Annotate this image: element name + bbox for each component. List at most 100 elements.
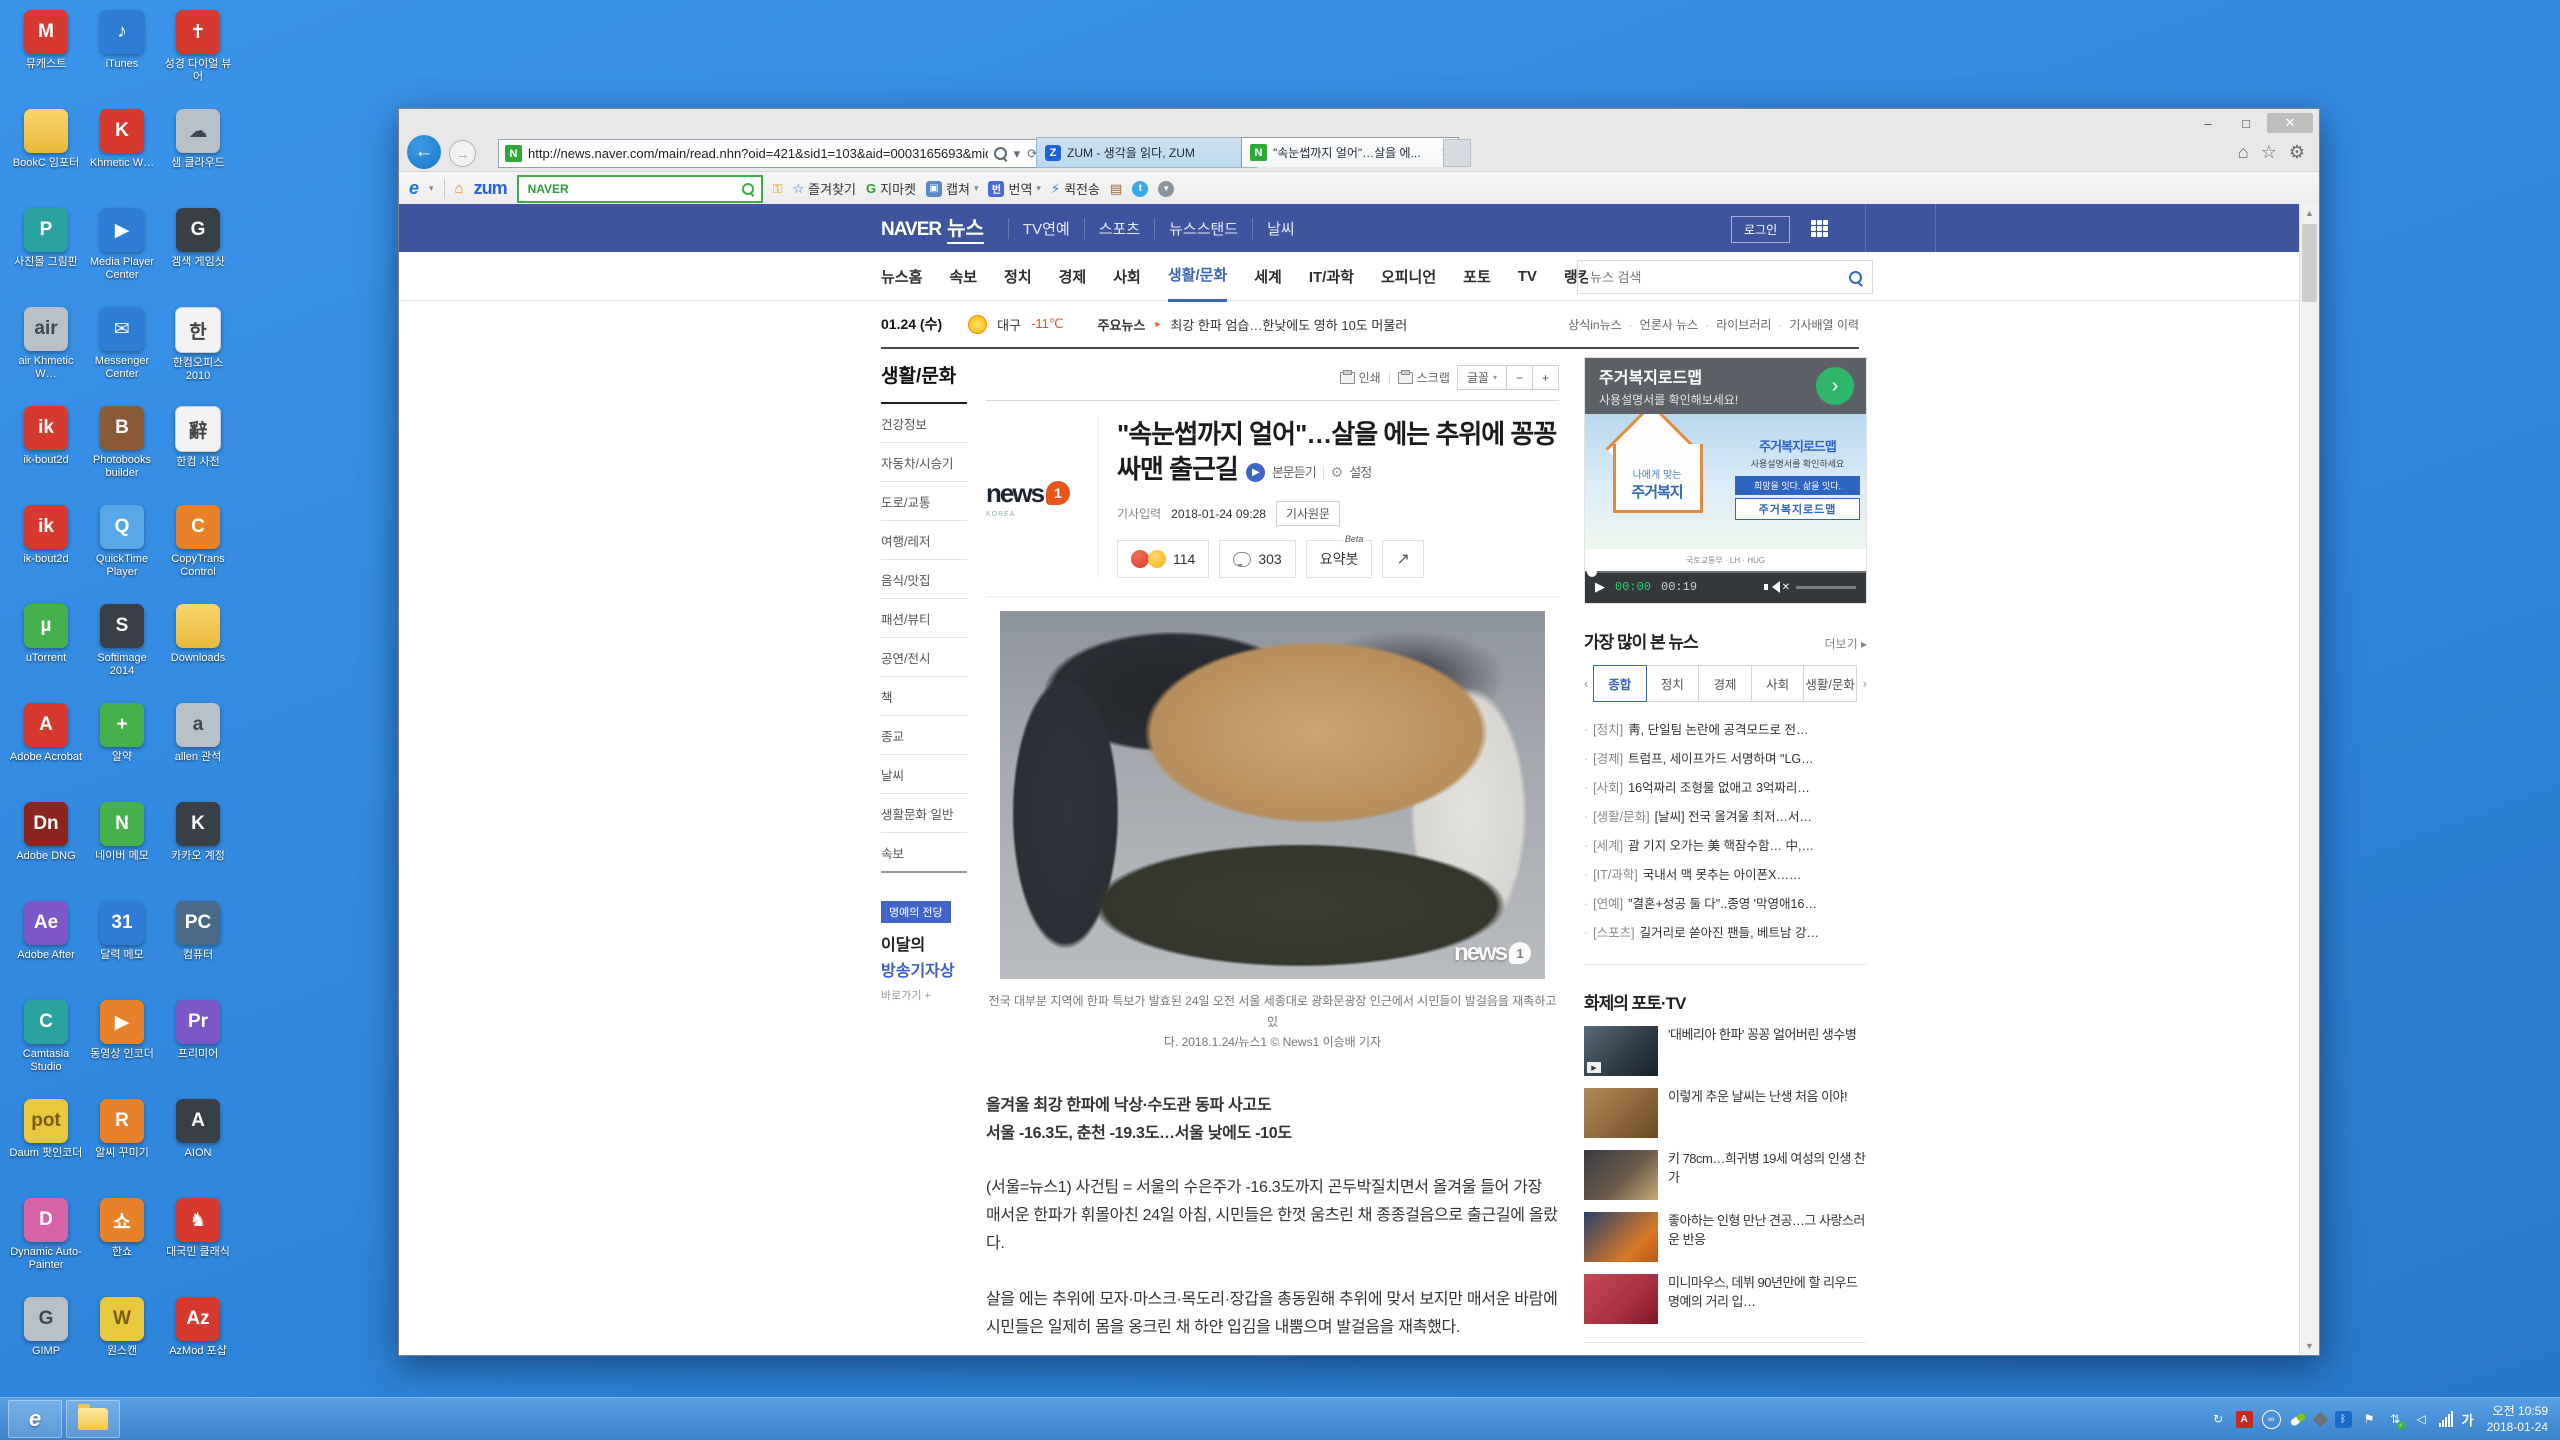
back-button[interactable]: ← xyxy=(407,135,441,169)
comments-button[interactable]: 303 xyxy=(1219,540,1295,578)
sidebar-item-travel[interactable]: 여행/레저 xyxy=(881,521,967,560)
password-key-icon[interactable]: ⚿ xyxy=(773,181,783,197)
listen-icon[interactable]: ▶ xyxy=(1246,463,1265,482)
desktop-shortcut[interactable]: airair Khmetic W… xyxy=(8,301,84,400)
twitter-icon[interactable]: t xyxy=(1132,181,1148,197)
window-titlebar[interactable]: – □ ✕ xyxy=(399,109,2319,137)
apps-grid-icon[interactable] xyxy=(1811,220,1816,225)
desktop-shortcut[interactable]: BPhotobooks builder xyxy=(84,400,160,499)
photo-tv-item[interactable]: ▶'대베리아 한파' 꽁꽁 얼어버린 생수병 xyxy=(1584,1026,1867,1076)
desktop-shortcut[interactable]: ☁샘 클라우드 xyxy=(160,103,236,202)
ad-image[interactable]: 나에게 맞는주거복지 주거복지로드맵 사용설명서를 확인하세요 희망을 잇다. … xyxy=(1585,414,1866,549)
photo-tv-item[interactable]: 이렇게 추운 날씨는 난생 처음 이야! xyxy=(1584,1088,1867,1138)
desktop-shortcut[interactable]: PC컴퓨터 xyxy=(160,895,236,994)
desktop-shortcut[interactable]: ♞대국민 클래식 xyxy=(160,1192,236,1291)
original-article-button[interactable]: 기사원문 xyxy=(1276,501,1340,526)
taskbar-clock[interactable]: 오전 10:59 2018-01-24 xyxy=(2487,1403,2548,1435)
zum-search-box[interactable] xyxy=(517,175,763,203)
sidebar-item-weather[interactable]: 날씨 xyxy=(881,755,967,794)
desktop-shortcut[interactable]: CCamtasia Studio xyxy=(8,994,84,1093)
favorites-star-icon[interactable]: ☆ xyxy=(2261,142,2277,163)
capture-button[interactable]: ▣캡쳐▾ xyxy=(926,179,978,198)
desktop-shortcut[interactable]: ✉Messenger Center xyxy=(84,301,160,400)
news-list-item[interactable]: [사회]16억짜리 조형물 없애고 3억짜리… xyxy=(1584,772,1867,801)
desktop-shortcut[interactable]: 한한컴오피스 2010 xyxy=(160,301,236,400)
address-bar[interactable]: N http://news.naver.com/main/read.nhn?oi… xyxy=(498,139,1045,168)
sidebar-item-food[interactable]: 음식/맛집 xyxy=(881,560,967,599)
new-tab-button[interactable] xyxy=(1443,139,1471,167)
sidebar-item-performance[interactable]: 공연/전시 xyxy=(881,638,967,677)
desktop-shortcut[interactable]: ▶동영상 인코더 xyxy=(84,994,160,1093)
font-smaller-button[interactable]: − xyxy=(1506,365,1533,390)
zum-logo[interactable]: zum xyxy=(474,178,507,199)
desktop-shortcut[interactable]: ✝성경 다이얼 뷰어 xyxy=(160,4,236,103)
translate-button[interactable]: 번번역▾ xyxy=(988,179,1040,198)
action-center-flag-icon[interactable]: ⚑ xyxy=(2361,1411,2378,1428)
show-hidden-icons[interactable]: ↻ xyxy=(2210,1411,2227,1428)
link-press-news[interactable]: 언론사 뉴스 xyxy=(1622,316,1699,333)
progress-knob[interactable] xyxy=(1587,567,1597,577)
news-search-input[interactable] xyxy=(1588,269,1849,286)
desktop-shortcut[interactable]: CCopyTrans Control xyxy=(160,499,236,598)
ad-go-icon[interactable]: › xyxy=(1816,367,1854,405)
photo-tv-item[interactable]: 미니마우스, 데뷔 90년만에 할 리우드 명예의 거리 입… xyxy=(1584,1274,1867,1324)
cat-economy[interactable]: 경제 xyxy=(1059,252,1087,301)
desktop-shortcut[interactable]: DDynamic Auto-Painter xyxy=(8,1192,84,1291)
desktop-shortcut[interactable]: ♪iTunes xyxy=(84,4,160,103)
cat-newshome[interactable]: 뉴스홈 xyxy=(881,252,922,301)
memo-book-icon[interactable]: ▤ xyxy=(1110,181,1122,197)
sidebar-item-general[interactable]: 생활문화 일반 xyxy=(881,794,967,833)
cat-world[interactable]: 세계 xyxy=(1254,252,1282,301)
dropdown-icon[interactable]: ▾ xyxy=(1036,183,1041,194)
zum-search-icon[interactable] xyxy=(742,183,754,195)
minimize-button[interactable]: – xyxy=(2191,113,2225,133)
desktop-shortcut[interactable]: AAION xyxy=(160,1093,236,1192)
news-list-item[interactable]: [스포츠]길거리로 쏟아진 팬들, 베트남 강… xyxy=(1584,917,1867,946)
tab-active-article[interactable]: N "속눈썹까지 얼어"…살을 에... ✕ xyxy=(1241,137,1459,167)
home-icon[interactable]: ⌂ xyxy=(2238,142,2249,163)
mute-speaker-icon[interactable] xyxy=(1766,581,1780,593)
close-button[interactable]: ✕ xyxy=(2267,113,2313,133)
print-button[interactable]: 인쇄 xyxy=(1340,369,1381,386)
press-logo[interactable]: news1 KOREA xyxy=(986,417,1099,578)
taskbar-explorer-button[interactable] xyxy=(66,1400,120,1438)
scrollbar-thumb[interactable] xyxy=(2302,224,2317,302)
sidebar-item-religion[interactable]: 종교 xyxy=(881,716,967,755)
desktop-shortcut[interactable]: ikik-bout2d xyxy=(8,499,84,598)
news-list-item[interactable]: [경제]트럼프, 세이프가드 서명하며 "LG… xyxy=(1584,743,1867,772)
network-signal-icon[interactable] xyxy=(2439,1411,2453,1427)
link-library[interactable]: 라이브러리 xyxy=(1698,316,1771,333)
adobe-tray-icon[interactable]: A xyxy=(2236,1411,2253,1428)
more-tools-icon[interactable]: ▼ xyxy=(1158,181,1174,197)
more-link[interactable]: 더보기 ▸ xyxy=(1825,635,1867,652)
sidebar-item-health[interactable]: 건강정보 xyxy=(881,404,967,443)
tabs-next-icon[interactable]: › xyxy=(1857,676,1867,691)
desktop-shortcut[interactable]: Downloads xyxy=(160,598,236,697)
desktop-shortcut[interactable]: ikik-bout2d xyxy=(8,400,84,499)
favorites-toolbar-button[interactable]: ☆즐겨찾기 xyxy=(793,179,857,198)
settings-label[interactable]: 설정 xyxy=(1349,464,1371,482)
share-button[interactable]: ↗ xyxy=(1382,540,1423,578)
naver-news-logo[interactable]: NAVER 뉴스 xyxy=(881,212,984,244)
play-icon[interactable]: ▶ xyxy=(1595,579,1605,595)
ime-korean-indicator[interactable]: 가 xyxy=(2462,1410,2474,1429)
autocomplete-dropdown-icon[interactable]: ▾ xyxy=(1014,146,1021,162)
header-menu-weather[interactable]: 날씨 xyxy=(1252,218,1309,239)
photo-tv-item[interactable]: 키 78cm…희귀병 19세 여성의 인생 찬가 xyxy=(1584,1150,1867,1200)
scrap-button[interactable]: 스크랩 xyxy=(1398,369,1450,386)
desktop-shortcut[interactable]: AeAdobe After xyxy=(8,895,84,994)
utility-diamond-icon[interactable] xyxy=(2312,1411,2328,1427)
desktop-shortcut[interactable]: BookC 임포터 xyxy=(8,103,84,202)
photo-tv-item[interactable]: 좋아하는 인형 만난 견공…그 사랑스러운 반응 xyxy=(1584,1212,1867,1262)
header-menu-newsstand[interactable]: 뉴스스탠드 xyxy=(1154,218,1252,239)
vertical-scrollbar[interactable]: ▲ ▼ xyxy=(2299,204,2319,1355)
desktop-shortcut[interactable]: DnAdobe DNG xyxy=(8,796,84,895)
usb-device-icon[interactable]: ⇅✓ xyxy=(2387,1411,2404,1428)
cat-society[interactable]: 사회 xyxy=(1113,252,1141,301)
desktop-shortcut[interactable]: M뮤캐스트 xyxy=(8,4,84,103)
desktop-shortcut[interactable]: R알씨 꾸미기 xyxy=(84,1093,160,1192)
font-larger-button[interactable]: + xyxy=(1532,365,1559,390)
summary-bot-button[interactable]: 요약봇Beta xyxy=(1306,540,1373,578)
desktop-shortcut[interactable]: aallen 관석 xyxy=(160,697,236,796)
header-menu-sports[interactable]: 스포츠 xyxy=(1084,218,1154,239)
